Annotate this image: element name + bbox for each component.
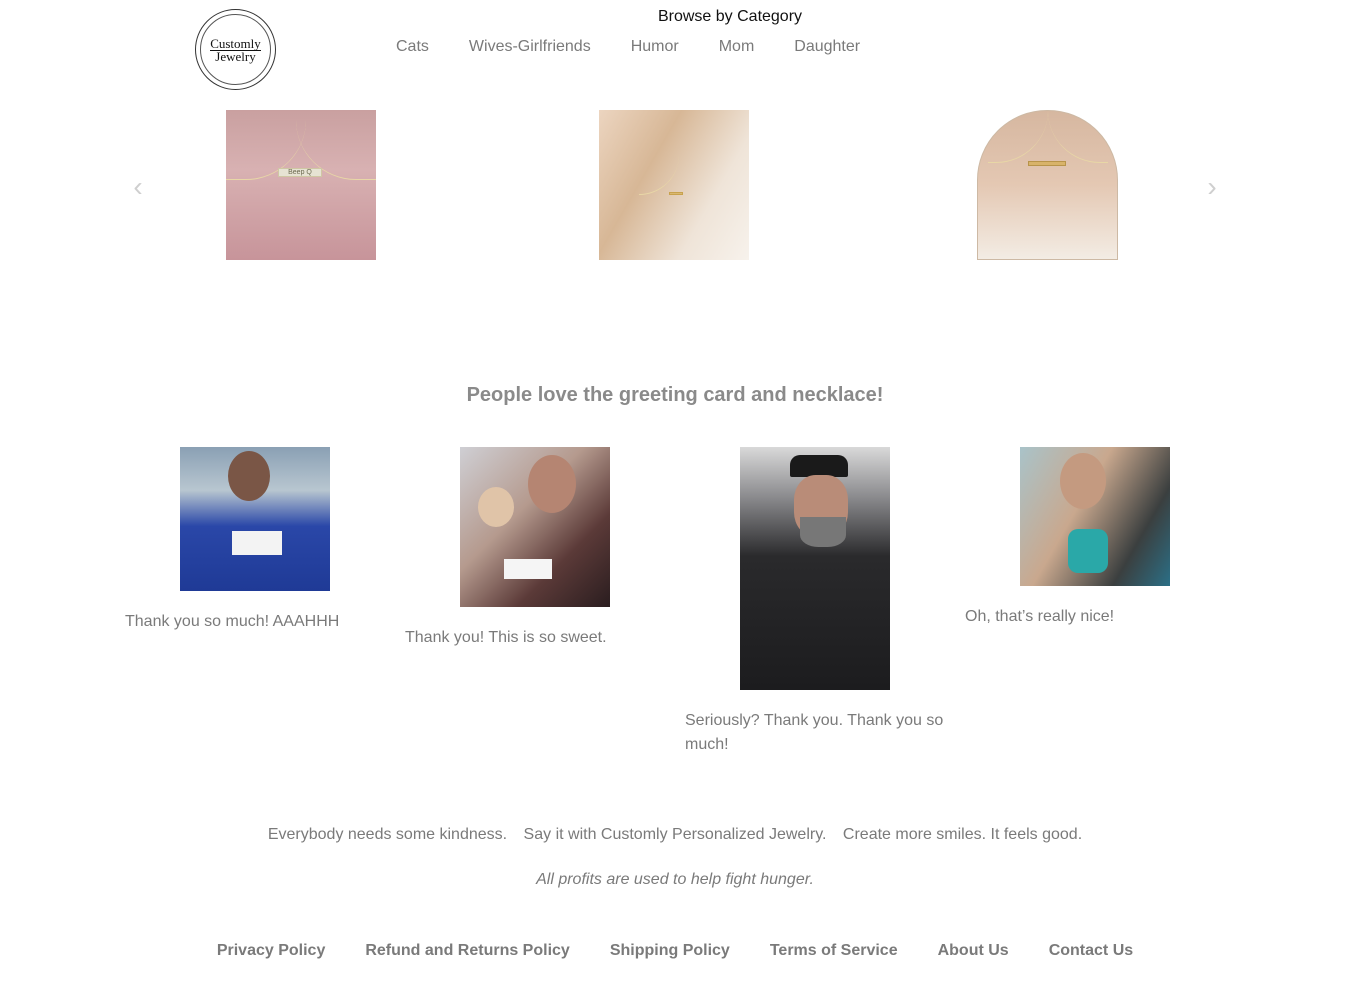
kindness-tagline: Everybody needs some kindness. Say it wi… <box>0 826 1350 844</box>
engraved-bar-pendant: Beep Q <box>278 168 322 177</box>
testimonial-quote-1: Thank you so much! AAAHHH <box>125 613 340 630</box>
footer-link-privacy-policy[interactable]: Privacy Policy <box>197 942 346 960</box>
testimonial-quote-3: Seriously? Thank you. Thank you so much! <box>685 712 944 753</box>
testimonials-title: People love the greeting card and neckla… <box>466 384 884 406</box>
testimonial-quote-4: Oh, that’s really nice! <box>965 608 1115 625</box>
footer-link-refund-returns-policy[interactable]: Refund and Returns Policy <box>345 942 589 960</box>
photo-figure <box>228 451 270 501</box>
logo-text: Customly Jewelry <box>210 37 261 64</box>
carousel-slide-3-image[interactable] <box>977 110 1118 260</box>
necklace-chain <box>639 110 679 195</box>
footer-link-contact-us[interactable]: Contact Us <box>1029 942 1153 960</box>
site-logo[interactable]: Customly Jewelry <box>195 9 276 90</box>
footer-link-terms-of-service[interactable]: Terms of Service <box>750 942 918 960</box>
photo-figure <box>790 455 848 477</box>
testimonial-photo-2 <box>460 447 610 607</box>
category-link-daughter[interactable]: Daughter <box>774 38 880 56</box>
category-link-mom[interactable]: Mom <box>699 38 775 56</box>
footer-link-shipping-policy[interactable]: Shipping Policy <box>590 942 750 960</box>
engraving-text: Beep Q <box>288 169 312 176</box>
category-nav: Cats Wives-Girlfriends Humor Mom Daughte… <box>376 38 880 56</box>
photo-figure <box>478 487 514 527</box>
category-link-humor[interactable]: Humor <box>611 38 699 56</box>
photo-figure <box>528 455 576 513</box>
carousel-slide-2-image[interactable] <box>599 110 749 260</box>
necklace-chain <box>988 111 1048 163</box>
footer-link-about-us[interactable]: About Us <box>918 942 1029 960</box>
testimonial-photo-4 <box>1020 447 1170 586</box>
photo-figure <box>1060 453 1106 509</box>
category-link-cats[interactable]: Cats <box>376 38 449 56</box>
photo-figure <box>800 517 846 547</box>
bar-pendant <box>669 192 683 195</box>
testimonial-photo-1 <box>180 447 330 591</box>
necklace-chain <box>1048 111 1108 163</box>
testimonial-photo-3 <box>740 447 890 690</box>
category-link-wives-girlfriends[interactable]: Wives-Girlfriends <box>449 38 611 56</box>
photo-box <box>232 531 282 555</box>
photo-figure <box>1068 529 1108 573</box>
bar-pendant <box>1028 161 1066 166</box>
chevron-left-icon[interactable]: ‹ <box>128 172 148 202</box>
carousel-slide-1-image[interactable]: Beep Q <box>226 110 376 260</box>
profits-note: All profits are used to help fight hunge… <box>536 871 814 888</box>
footer-nav: Privacy Policy Refund and Returns Policy… <box>0 942 1350 960</box>
tagline-part-2: Say it with Customly Personalized Jewelr… <box>523 826 827 843</box>
photo-box <box>504 559 552 579</box>
testimonial-quote-2: Thank you! This is so sweet. <box>405 629 607 646</box>
browse-by-category-title: Browse by Category <box>657 8 803 25</box>
chevron-right-icon[interactable]: › <box>1202 172 1222 202</box>
tagline-part-1: Everybody needs some kindness. <box>267 826 508 843</box>
tagline-part-3: Create more smiles. It feels good. <box>842 826 1083 843</box>
logo-line-2: Jewelry <box>215 48 256 64</box>
